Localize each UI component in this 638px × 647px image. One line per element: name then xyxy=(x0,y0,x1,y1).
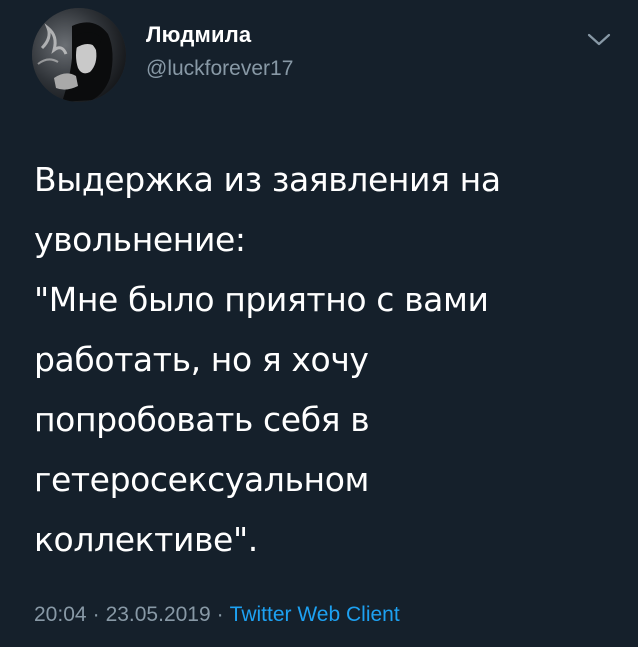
meta-separator: · xyxy=(92,603,100,626)
author-display-name[interactable]: Людмила xyxy=(146,22,251,48)
tweet-text-line: попробовать себя в xyxy=(34,400,370,439)
chevron-down-icon[interactable] xyxy=(586,28,612,50)
tweet-text-line: коллективе". xyxy=(34,520,258,559)
tweet-text-line: гетеросексуальном xyxy=(34,460,369,499)
tweet-text: Выдержка из заявления на увольнение: "Мн… xyxy=(34,150,614,570)
tweet-card: Людмила @luckforever17 Выдержка из заявл… xyxy=(0,0,638,647)
tweet-source-link[interactable]: Twitter Web Client xyxy=(230,603,400,626)
tweet-time[interactable]: 20:04 xyxy=(34,603,87,626)
tweet-text-line: "Мне было приятно с вами xyxy=(34,280,489,319)
tweet-text-line: работать, но я хочу xyxy=(34,340,369,379)
avatar[interactable] xyxy=(32,8,126,102)
tweet-meta: 20:04 · 23.05.2019 · Twitter Web Client xyxy=(34,603,400,627)
tweet-date[interactable]: 23.05.2019 xyxy=(106,603,211,626)
meta-separator: · xyxy=(216,603,224,626)
author-handle[interactable]: @luckforever17 xyxy=(146,57,293,81)
tweet-text-line: увольнение: xyxy=(34,220,246,259)
tweet-text-line: Выдержка из заявления на xyxy=(34,160,501,199)
avatar-image xyxy=(32,8,126,102)
